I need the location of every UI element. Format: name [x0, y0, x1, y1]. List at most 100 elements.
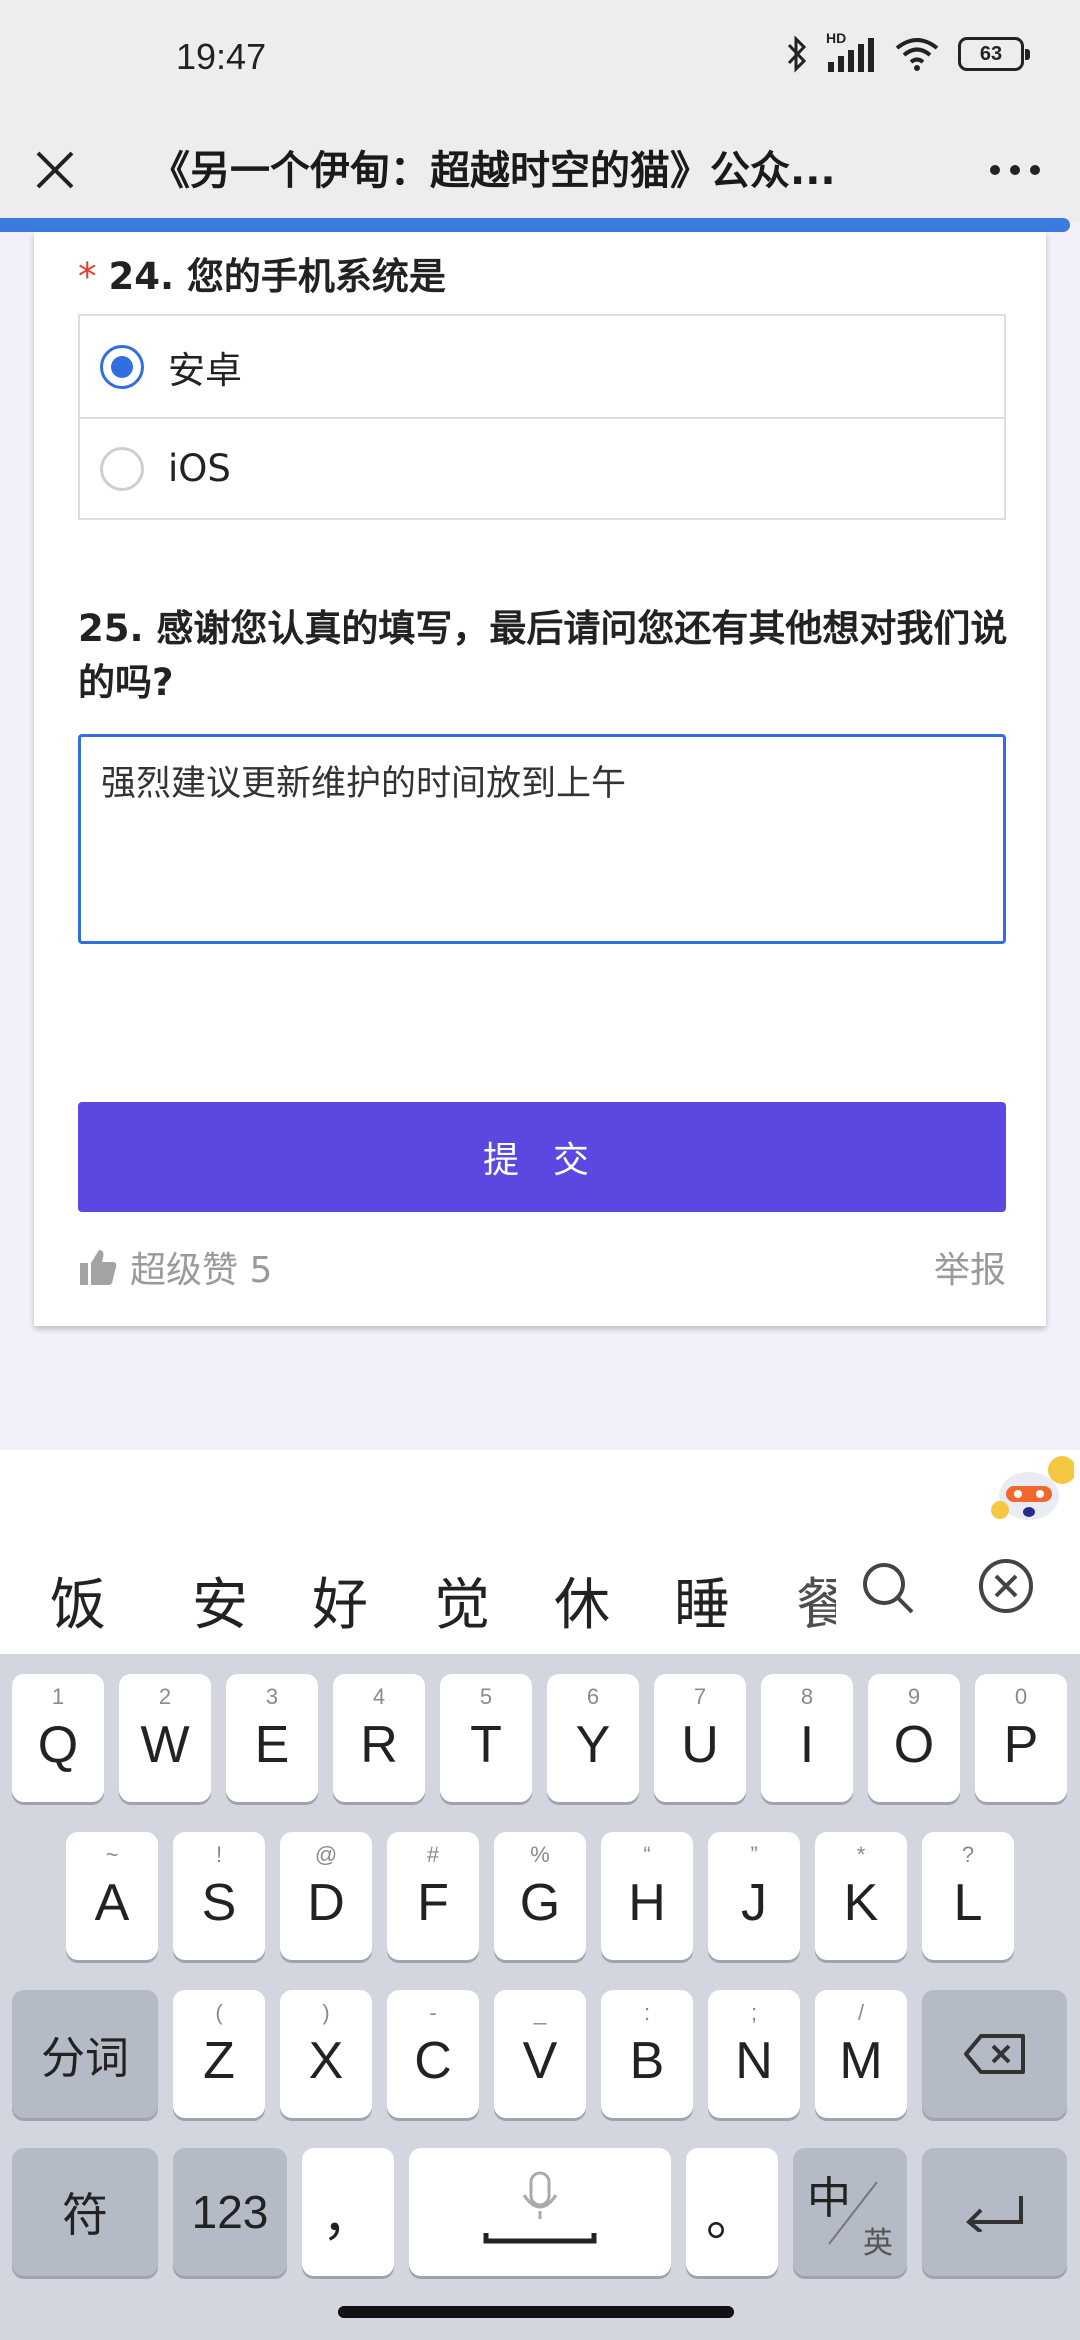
key-hint: -: [429, 2000, 437, 2025]
key-hint: _: [533, 2000, 547, 2025]
radio-checked-icon[interactable]: [100, 344, 144, 389]
key-hint: ;: [750, 2000, 758, 2025]
home-indicator[interactable]: [338, 2306, 734, 2318]
status-bar: 19:47 HD 63: [0, 0, 1080, 118]
key-l[interactable]: ? L: [922, 1832, 1014, 1960]
key-letter: E: [254, 1716, 290, 1774]
key-letter: T: [470, 1716, 502, 1774]
page-title: 《另一个伊甸：超越时空的猫》公众...: [150, 148, 836, 194]
more-dot-icon: [1010, 165, 1020, 175]
card-footer: 超级赞 5 举报: [78, 1242, 1006, 1292]
key-hint: :: [643, 2000, 651, 2025]
thumbs-up-icon: [80, 1250, 117, 1285]
key-hint: 7: [693, 1684, 707, 1709]
key-j[interactable]: ” J: [708, 1832, 800, 1960]
key-letter: Z: [203, 2032, 235, 2090]
radio-unchecked-icon[interactable]: [100, 446, 144, 491]
option-label: iOS: [168, 447, 231, 490]
feedback-textarea[interactable]: 强烈建议更新维护的时间放到上午: [78, 734, 1006, 944]
segment-key[interactable]: 分词: [12, 1990, 158, 2118]
more-dot-icon: [990, 165, 1000, 175]
key-letter: X: [308, 2032, 344, 2090]
key-hint: 2: [158, 1684, 172, 1709]
candidate-word[interactable]: 休: [554, 1560, 610, 1641]
key-r[interactable]: 4R: [333, 1674, 425, 1802]
key-h[interactable]: “H: [601, 1832, 693, 1960]
search-icon[interactable]: [860, 1560, 916, 1616]
candidate-word[interactable]: 安: [192, 1560, 248, 1641]
key-x[interactable]: ) X: [280, 1990, 372, 2118]
symbol-key[interactable]: 符: [12, 2148, 158, 2276]
key-w[interactable]: 2W: [119, 1674, 211, 1802]
key-u[interactable]: 7U: [654, 1674, 746, 1802]
microphone-icon: [483, 2171, 597, 2244]
bluetooth-icon: [787, 35, 807, 73]
status-time: 19:47: [176, 36, 267, 77]
comma-key[interactable]: ，: [302, 2148, 394, 2276]
key-s[interactable]: ! S: [173, 1832, 265, 1960]
close-icon: [36, 151, 74, 189]
key-t[interactable]: 5T: [440, 1674, 532, 1802]
period-key[interactable]: 。: [686, 2148, 778, 2276]
key-letter: O: [893, 1716, 935, 1774]
space-key[interactable]: [409, 2148, 671, 2276]
close-candidates-icon[interactable]: [976, 1556, 1036, 1616]
key-b[interactable]: :B: [601, 1990, 693, 2118]
close-button[interactable]: [30, 132, 80, 208]
nav-bar: 《另一个伊甸：超越时空的猫》公众...: [0, 118, 1080, 222]
candidate-word[interactable]: 睡: [674, 1560, 730, 1641]
key-n[interactable]: ; N: [708, 1990, 800, 2118]
key-d[interactable]: @ D: [280, 1832, 372, 1960]
required-mark: *: [78, 255, 97, 298]
report-link[interactable]: 举报: [934, 1241, 1006, 1293]
submit-button[interactable]: 提 交: [78, 1102, 1006, 1212]
key-letter: R: [360, 1716, 398, 1774]
key-c[interactable]: -C: [387, 1990, 479, 2118]
candidate-word[interactable]: 好: [312, 1560, 368, 1641]
key-g[interactable]: % G: [494, 1832, 586, 1960]
key-letter: P: [1003, 1716, 1039, 1774]
key-hint: 5: [479, 1684, 493, 1709]
key-hint: 1: [51, 1684, 65, 1709]
key-p[interactable]: 0P: [975, 1674, 1067, 1802]
option-android[interactable]: 安卓: [80, 316, 1004, 417]
key-letter: Q: [37, 1716, 79, 1774]
key-v[interactable]: _ V: [494, 1990, 586, 2118]
keyboard: 1Q 2W 3E 4R 5T 6Y 7U 8I 9O 0P ~ A ! S @ D #…: [0, 1654, 1080, 2340]
candidate-list: 饭 安 好 觉 休 睡 餐: [0, 1550, 1080, 1650]
number-key[interactable]: 123: [173, 2148, 287, 2276]
key-hint: *: [856, 1842, 866, 1867]
key-hint: ~: [105, 1842, 119, 1867]
key-hint: 9: [907, 1684, 921, 1709]
candidate-word[interactable]: 觉: [434, 1560, 490, 1641]
super-like-button[interactable]: 超级赞 5: [78, 1241, 272, 1293]
key-y[interactable]: 6Y: [547, 1674, 639, 1802]
candidate-word[interactable]: 餐: [796, 1560, 836, 1641]
question-24-options: 安卓 iOS: [78, 314, 1006, 520]
key-z[interactable]: (Z: [173, 1990, 265, 2118]
ime-mascot-icon[interactable]: [984, 1450, 1074, 1528]
key-o[interactable]: 9O: [868, 1674, 960, 1802]
more-menu-button[interactable]: [980, 140, 1050, 200]
key-m[interactable]: / M: [815, 1990, 907, 2118]
key-hint: ?: [961, 1842, 975, 1867]
key-e[interactable]: 3E: [226, 1674, 318, 1802]
backspace-key[interactable]: [922, 1990, 1067, 2118]
key-f[interactable]: # F: [387, 1832, 479, 1960]
language-switch-key[interactable]: 中 英: [793, 2148, 907, 2276]
key-k[interactable]: * K: [815, 1832, 907, 1960]
key-hint: 3: [265, 1684, 279, 1709]
key-q[interactable]: 1Q: [12, 1674, 104, 1802]
key-i[interactable]: 8I: [761, 1674, 853, 1802]
question-24-text: 24. 您的手机系统是: [108, 255, 446, 298]
option-ios[interactable]: iOS: [80, 417, 1004, 518]
candidate-word[interactable]: 饭: [50, 1560, 106, 1641]
more-dot-icon: [1030, 165, 1040, 175]
enter-key[interactable]: [922, 2148, 1067, 2276]
page-progress-bar: [0, 218, 1070, 232]
key-hint: “: [643, 1842, 651, 1867]
key-letter: J: [741, 1874, 767, 1932]
survey-card: * 24. 您的手机系统是 安卓 iOS 25. 感谢您认真的填写，最后请问您还有…: [34, 232, 1046, 1326]
key-letter: I: [799, 1716, 815, 1774]
key-a[interactable]: ~ A: [66, 1832, 158, 1960]
